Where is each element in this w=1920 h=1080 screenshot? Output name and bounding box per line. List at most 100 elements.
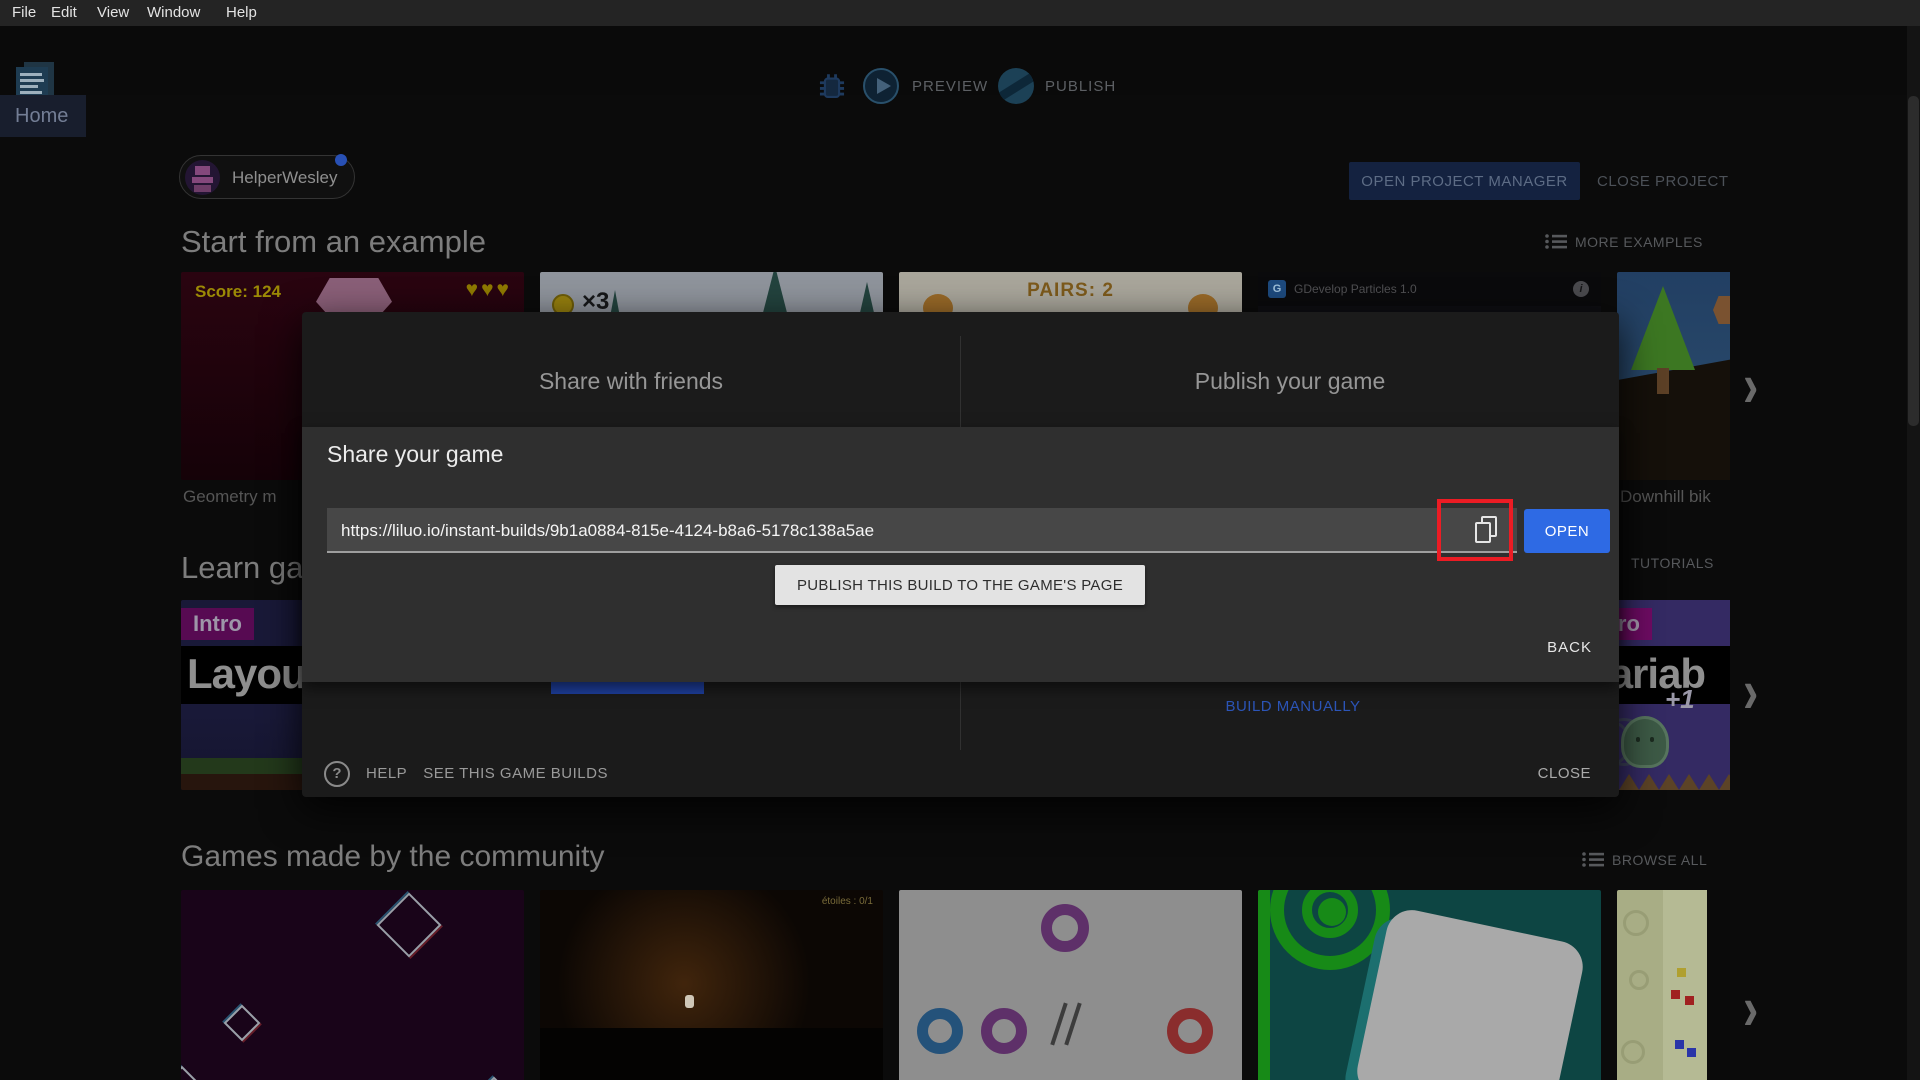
list-icon bbox=[1545, 234, 1567, 249]
more-examples-button[interactable]: MORE EXAMPLES bbox=[1545, 233, 1703, 250]
more-examples-label: MORE EXAMPLES bbox=[1575, 233, 1703, 250]
diamond-shape bbox=[475, 1076, 513, 1080]
list-icon bbox=[1582, 852, 1604, 867]
publish-button[interactable]: PUBLISH bbox=[1045, 78, 1116, 95]
examples-title: Start from an example bbox=[181, 224, 486, 259]
particles-header: G GDevelop Particles 1.0 i bbox=[1258, 272, 1601, 306]
faint-ring bbox=[1621, 1040, 1645, 1064]
build-manually-link[interactable]: BUILD MANUALLY bbox=[1225, 698, 1360, 715]
ring-purple bbox=[1041, 904, 1089, 952]
ring-blue bbox=[917, 1008, 963, 1054]
avatar-pixel-head bbox=[195, 166, 210, 175]
tab-indicator bbox=[551, 682, 704, 694]
stars-counter: étoiles : 0/1 bbox=[821, 896, 873, 907]
menu-edit[interactable]: Edit bbox=[51, 0, 77, 26]
chevron-right-icon[interactable]: › bbox=[1743, 354, 1758, 416]
tree-shape bbox=[1631, 286, 1695, 370]
card-label-downhill: Downhill bik bbox=[1620, 487, 1711, 506]
pale-strip bbox=[1617, 890, 1663, 1080]
tab-home[interactable]: Home bbox=[0, 95, 86, 137]
app-window: File Edit View Window Help PREVIEW PUBLI… bbox=[0, 0, 1920, 1080]
debug-icon[interactable] bbox=[815, 70, 849, 104]
faint-ring bbox=[1629, 970, 1649, 990]
community-card-night[interactable]: étoiles : 0/1 bbox=[540, 890, 883, 1080]
annotation-highlight-box bbox=[1437, 499, 1513, 561]
menu-window[interactable]: Window bbox=[147, 0, 200, 26]
close-button[interactable]: CLOSE bbox=[1538, 765, 1591, 782]
help-button[interactable]: HELP bbox=[366, 765, 407, 782]
publish-build-button[interactable]: PUBLISH THIS BUILD TO THE GAME'S PAGE bbox=[775, 565, 1145, 605]
ghost-character bbox=[1621, 716, 1669, 768]
help-icon[interactable]: ? bbox=[324, 760, 350, 787]
share-dialog: Share with friends Publish your game BUI… bbox=[302, 312, 1619, 797]
example-card-downhill-bike[interactable]: G bbox=[1617, 272, 1730, 480]
scrollbar bbox=[1907, 26, 1920, 1080]
preview-button[interactable]: PREVIEW bbox=[912, 78, 988, 95]
community-card-teal[interactable] bbox=[1258, 890, 1601, 1080]
user-chip[interactable]: HelperWesley bbox=[179, 154, 355, 199]
info-icon[interactable]: i bbox=[1573, 281, 1589, 297]
diamond-shape bbox=[376, 892, 442, 958]
green-dot bbox=[1318, 898, 1346, 926]
field-underline bbox=[327, 551, 1517, 553]
dialog-footer: ? HELP SEE THIS GAME BUILDS CLOSE bbox=[302, 750, 1619, 797]
green-bar bbox=[1258, 890, 1270, 1080]
menu-view[interactable]: View bbox=[97, 0, 129, 26]
pixel-sprite-red bbox=[1685, 996, 1694, 1005]
see-game-builds-button[interactable]: SEE THIS GAME BUILDS bbox=[423, 765, 608, 782]
browse-all-button[interactable]: BROWSE ALL bbox=[1582, 851, 1707, 868]
close-project-button[interactable]: CLOSE PROJECT bbox=[1597, 162, 1729, 200]
trunk-shape bbox=[1657, 368, 1669, 394]
open-project-manager-button[interactable]: OPEN PROJECT MANAGER bbox=[1349, 162, 1580, 200]
tilted-square bbox=[1352, 905, 1588, 1080]
menu-help[interactable]: Help bbox=[226, 0, 257, 26]
publish-globe-icon[interactable] bbox=[998, 68, 1034, 104]
browse-all-label: BROWSE ALL bbox=[1612, 851, 1708, 868]
tab-publish-your-game[interactable]: Publish your game bbox=[961, 336, 1619, 427]
build-url-field bbox=[327, 508, 1517, 553]
community-card-pixel[interactable] bbox=[1617, 890, 1730, 1080]
community-title: Games made by the community bbox=[181, 840, 605, 873]
community-card-rings[interactable] bbox=[899, 890, 1242, 1080]
ground-silhouette bbox=[540, 1028, 883, 1080]
avatar-pixel-body bbox=[192, 177, 213, 183]
wooden-sign: G bbox=[1713, 296, 1730, 324]
community-cards-row: étoiles : 0/1 bbox=[181, 890, 1730, 1080]
menu-file[interactable]: File bbox=[12, 0, 36, 26]
particles-title: GDevelop Particles 1.0 bbox=[1294, 282, 1417, 296]
chevron-right-icon[interactable]: › bbox=[1743, 977, 1758, 1039]
slope-shape bbox=[1617, 317, 1730, 480]
tab-share-with-friends[interactable]: Share with friends bbox=[302, 336, 960, 427]
pixel-sprite-blue bbox=[1687, 1048, 1696, 1057]
tutorial-title: Layou bbox=[187, 650, 307, 697]
build-url-input[interactable] bbox=[327, 508, 1517, 553]
back-button[interactable]: BACK bbox=[1547, 639, 1592, 656]
user-name: HelperWesley bbox=[232, 168, 338, 187]
tutorials-label: TUTORIALS bbox=[1631, 555, 1714, 571]
hearts-icon: ♥♥♥ bbox=[465, 278, 512, 301]
community-card-shapes[interactable] bbox=[181, 890, 524, 1080]
diamond-shape bbox=[181, 1065, 204, 1080]
menu-bar: File Edit View Window Help bbox=[0, 0, 1920, 26]
open-build-button[interactable]: OPEN bbox=[1524, 509, 1610, 553]
pixel-sprite-blue bbox=[1675, 1040, 1684, 1049]
tutorials-button[interactable]: TUTORIALS bbox=[1631, 555, 1714, 571]
share-your-game-panel: Share your game OPEN PUBLISH THIS BUILD … bbox=[302, 427, 1619, 682]
tiny-character bbox=[685, 995, 694, 1008]
learn-title: Learn ga bbox=[181, 550, 304, 585]
avatar-pixel-legs bbox=[194, 185, 211, 192]
slash-shape bbox=[1064, 1002, 1082, 1046]
ring-purple bbox=[981, 1008, 1027, 1054]
chevron-right-icon[interactable]: › bbox=[1743, 660, 1758, 722]
pale-column bbox=[1663, 890, 1707, 1080]
notification-dot bbox=[335, 154, 347, 166]
scrollbar-thumb[interactable] bbox=[1908, 96, 1919, 426]
panel-title: Share your game bbox=[327, 441, 504, 467]
diamond-shape bbox=[223, 1004, 261, 1042]
play-triangle-icon bbox=[877, 78, 891, 94]
intro-badge: Intro bbox=[181, 608, 254, 640]
gdevelop-logo-icon: G bbox=[1268, 280, 1286, 298]
score-text: Score: 124 bbox=[195, 282, 281, 301]
card-label-geometry: Geometry m bbox=[183, 487, 277, 506]
preview-play-icon[interactable] bbox=[863, 68, 899, 104]
